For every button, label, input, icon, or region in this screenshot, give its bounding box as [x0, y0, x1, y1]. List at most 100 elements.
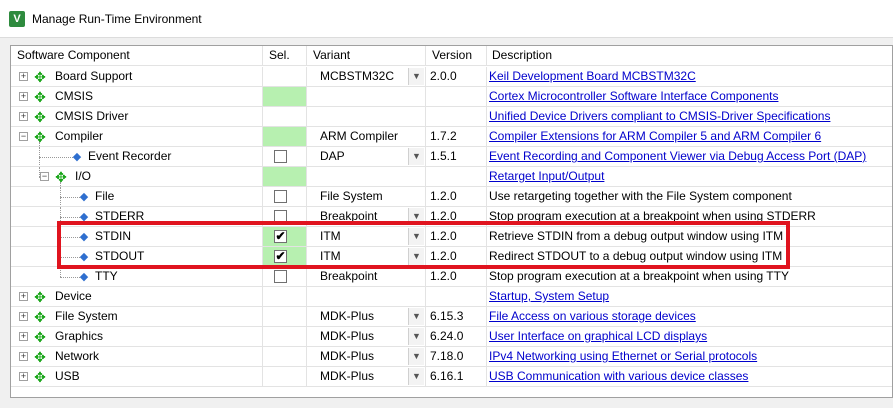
description-link[interactable]: File Access on various storage devices [489, 309, 696, 323]
version-cell: 6.15.3 [426, 307, 487, 327]
rte-component-grid: Software Component Sel. Variant Version … [10, 45, 893, 398]
variant-cell [307, 167, 426, 187]
variant-dropdown[interactable]: ITM ▼ [307, 247, 426, 267]
chevron-down-icon[interactable]: ▼ [408, 68, 424, 85]
chevron-down-icon[interactable]: ▼ [408, 228, 424, 245]
chevron-down-icon[interactable]: ▼ [408, 308, 424, 325]
chevron-down-icon[interactable]: ▼ [408, 348, 424, 365]
row-cmsis[interactable]: + ✥ CMSIS Cortex Microcontroller Softwar… [11, 87, 892, 107]
component-name: Event Recorder [88, 149, 172, 163]
variant-dropdown[interactable]: DAP ▼ [307, 147, 426, 167]
variant-dropdown[interactable]: ITM ▼ [307, 227, 426, 247]
row-io-tty[interactable]: ◆ TTY Breakpoint 1.2.0 Stop program exec… [11, 267, 892, 287]
description-link[interactable]: Event Recording and Component Viewer via… [489, 149, 866, 163]
variant-dropdown[interactable]: MDK-Plus ▼ [307, 307, 426, 327]
variant-dropdown[interactable]: MDK-Plus ▼ [307, 327, 426, 347]
tree-line [39, 142, 40, 148]
row-io[interactable]: − ✥ I/O Retarget Input/Output [11, 167, 892, 187]
row-io-file[interactable]: ◆ File File System 1.2.0 Use retargeting… [11, 187, 892, 207]
sel-cell [263, 147, 307, 167]
component-name: STDOUT [95, 249, 145, 263]
component-group-icon: ✥ [34, 109, 46, 125]
select-checkbox[interactable]: ✔ [274, 230, 287, 243]
sel-cell [263, 187, 307, 207]
row-io-stdout[interactable]: ◆ STDOUT ✔ ITM ▼ 1.2.0 Redirect STDOUT to… [11, 247, 892, 267]
expand-icon[interactable]: + [19, 292, 28, 301]
expand-icon[interactable]: + [19, 72, 28, 81]
header-version[interactable]: Version [426, 46, 487, 66]
expand-icon[interactable]: + [19, 312, 28, 321]
expand-icon[interactable]: + [19, 352, 28, 361]
chevron-down-icon[interactable]: ▼ [408, 248, 424, 265]
chevron-down-icon[interactable]: ▼ [408, 148, 424, 165]
component-name: STDIN [95, 229, 131, 243]
description-link[interactable]: Cortex Microcontroller Software Interfac… [489, 89, 778, 103]
subcomponent-icon: ◆ [79, 191, 89, 203]
row-network[interactable]: + ✥ Network MDK-Plus ▼ 7.18.0 IPv4 Networ… [11, 347, 892, 367]
sel-cell: ✔ [263, 247, 307, 267]
description-link[interactable]: IPv4 Networking using Ethernet or Serial… [489, 349, 757, 363]
header-sel[interactable]: Sel. [263, 46, 307, 66]
description-link[interactable]: Keil Development Board MCBSTM32C [489, 69, 696, 83]
description-link[interactable]: User Interface on graphical LCD displays [489, 329, 707, 343]
description-link[interactable]: Compiler Extensions for ARM Compiler 5 a… [489, 129, 821, 143]
select-checkbox[interactable] [274, 270, 287, 283]
subcomponent-icon: ◆ [72, 151, 82, 163]
component-group-icon: ✥ [34, 349, 46, 365]
version-cell: 1.5.1 [426, 147, 487, 167]
collapse-icon[interactable]: − [19, 132, 28, 141]
expand-icon[interactable]: + [19, 92, 28, 101]
row-device[interactable]: + ✥ Device Startup, System Setup [11, 287, 892, 307]
row-usb[interactable]: + ✥ USB MDK-Plus ▼ 6.16.1 USB Communicati… [11, 367, 892, 387]
expand-icon[interactable]: + [19, 112, 28, 121]
select-checkbox[interactable] [274, 190, 287, 203]
sel-cell [263, 287, 307, 307]
row-io-stderr[interactable]: ◆ STDERR Breakpoint ▼ 1.2.0 Stop program … [11, 207, 892, 227]
component-name: File System [55, 309, 118, 323]
subcomponent-icon: ◆ [79, 231, 89, 243]
description-link[interactable]: USB Communication with various device cl… [489, 369, 748, 383]
expand-icon[interactable]: + [19, 372, 28, 381]
row-file-system[interactable]: + ✥ File System MDK-Plus ▼ 6.15.3 File Ac… [11, 307, 892, 327]
variant-dropdown[interactable]: Breakpoint ▼ [307, 207, 426, 227]
select-checkbox[interactable]: ✔ [274, 250, 287, 263]
row-event-recorder[interactable]: ◆ Event Recorder DAP ▼ 1.5.1 Event Record… [11, 147, 892, 167]
header-description[interactable]: Description [487, 46, 892, 66]
row-graphics[interactable]: + ✥ Graphics MDK-Plus ▼ 6.24.0 User Inter… [11, 327, 892, 347]
version-cell: 1.2.0 [426, 267, 487, 287]
description-link[interactable]: Unified Device Drivers compliant to CMSI… [489, 109, 830, 123]
description-link[interactable]: Retarget Input/Output [489, 169, 604, 183]
variant-cell: File System [307, 187, 426, 207]
header-software-component[interactable]: Software Component [11, 46, 263, 66]
component-name: USB [55, 369, 80, 383]
description-link[interactable]: Startup, System Setup [489, 289, 609, 303]
collapse-icon[interactable]: − [40, 172, 49, 181]
grid-header: Software Component Sel. Variant Version … [11, 46, 892, 66]
variant-dropdown[interactable]: MDK-Plus ▼ [307, 367, 426, 387]
selected-indicator [263, 167, 306, 186]
header-variant[interactable]: Variant [307, 46, 426, 66]
sel-cell [263, 327, 307, 347]
sel-cell [263, 307, 307, 327]
variant-dropdown[interactable]: MCBSTM32C ▼ [307, 67, 426, 87]
component-name: CMSIS [55, 89, 94, 103]
row-board-support[interactable]: + ✥ Board Support MCBSTM32C ▼ 2.0.0 Keil … [11, 67, 892, 87]
row-compiler[interactable]: − ✥ Compiler ARM Compiler 1.7.2 Compiler… [11, 127, 892, 147]
expand-icon[interactable]: + [19, 332, 28, 341]
chevron-down-icon[interactable]: ▼ [408, 368, 424, 385]
component-group-icon: ✥ [34, 329, 46, 345]
chevron-down-icon[interactable]: ▼ [408, 208, 424, 225]
variant-dropdown[interactable]: MDK-Plus ▼ [307, 347, 426, 367]
row-cmsis-driver[interactable]: + ✥ CMSIS Driver Unified Device Drivers … [11, 107, 892, 127]
row-io-stdin[interactable]: ◆ STDIN ✔ ITM ▼ 1.2.0 Retrieve STDIN from… [11, 227, 892, 247]
chevron-down-icon[interactable]: ▼ [408, 328, 424, 345]
version-cell: 1.2.0 [426, 247, 487, 267]
select-checkbox[interactable] [274, 210, 287, 223]
component-name: Board Support [55, 69, 133, 83]
select-checkbox[interactable] [274, 150, 287, 163]
variant-cell [307, 287, 426, 307]
version-cell: 1.7.2 [426, 127, 487, 147]
sel-cell [263, 347, 307, 367]
component-group-icon: ✥ [34, 369, 46, 385]
tree-line [60, 237, 80, 238]
